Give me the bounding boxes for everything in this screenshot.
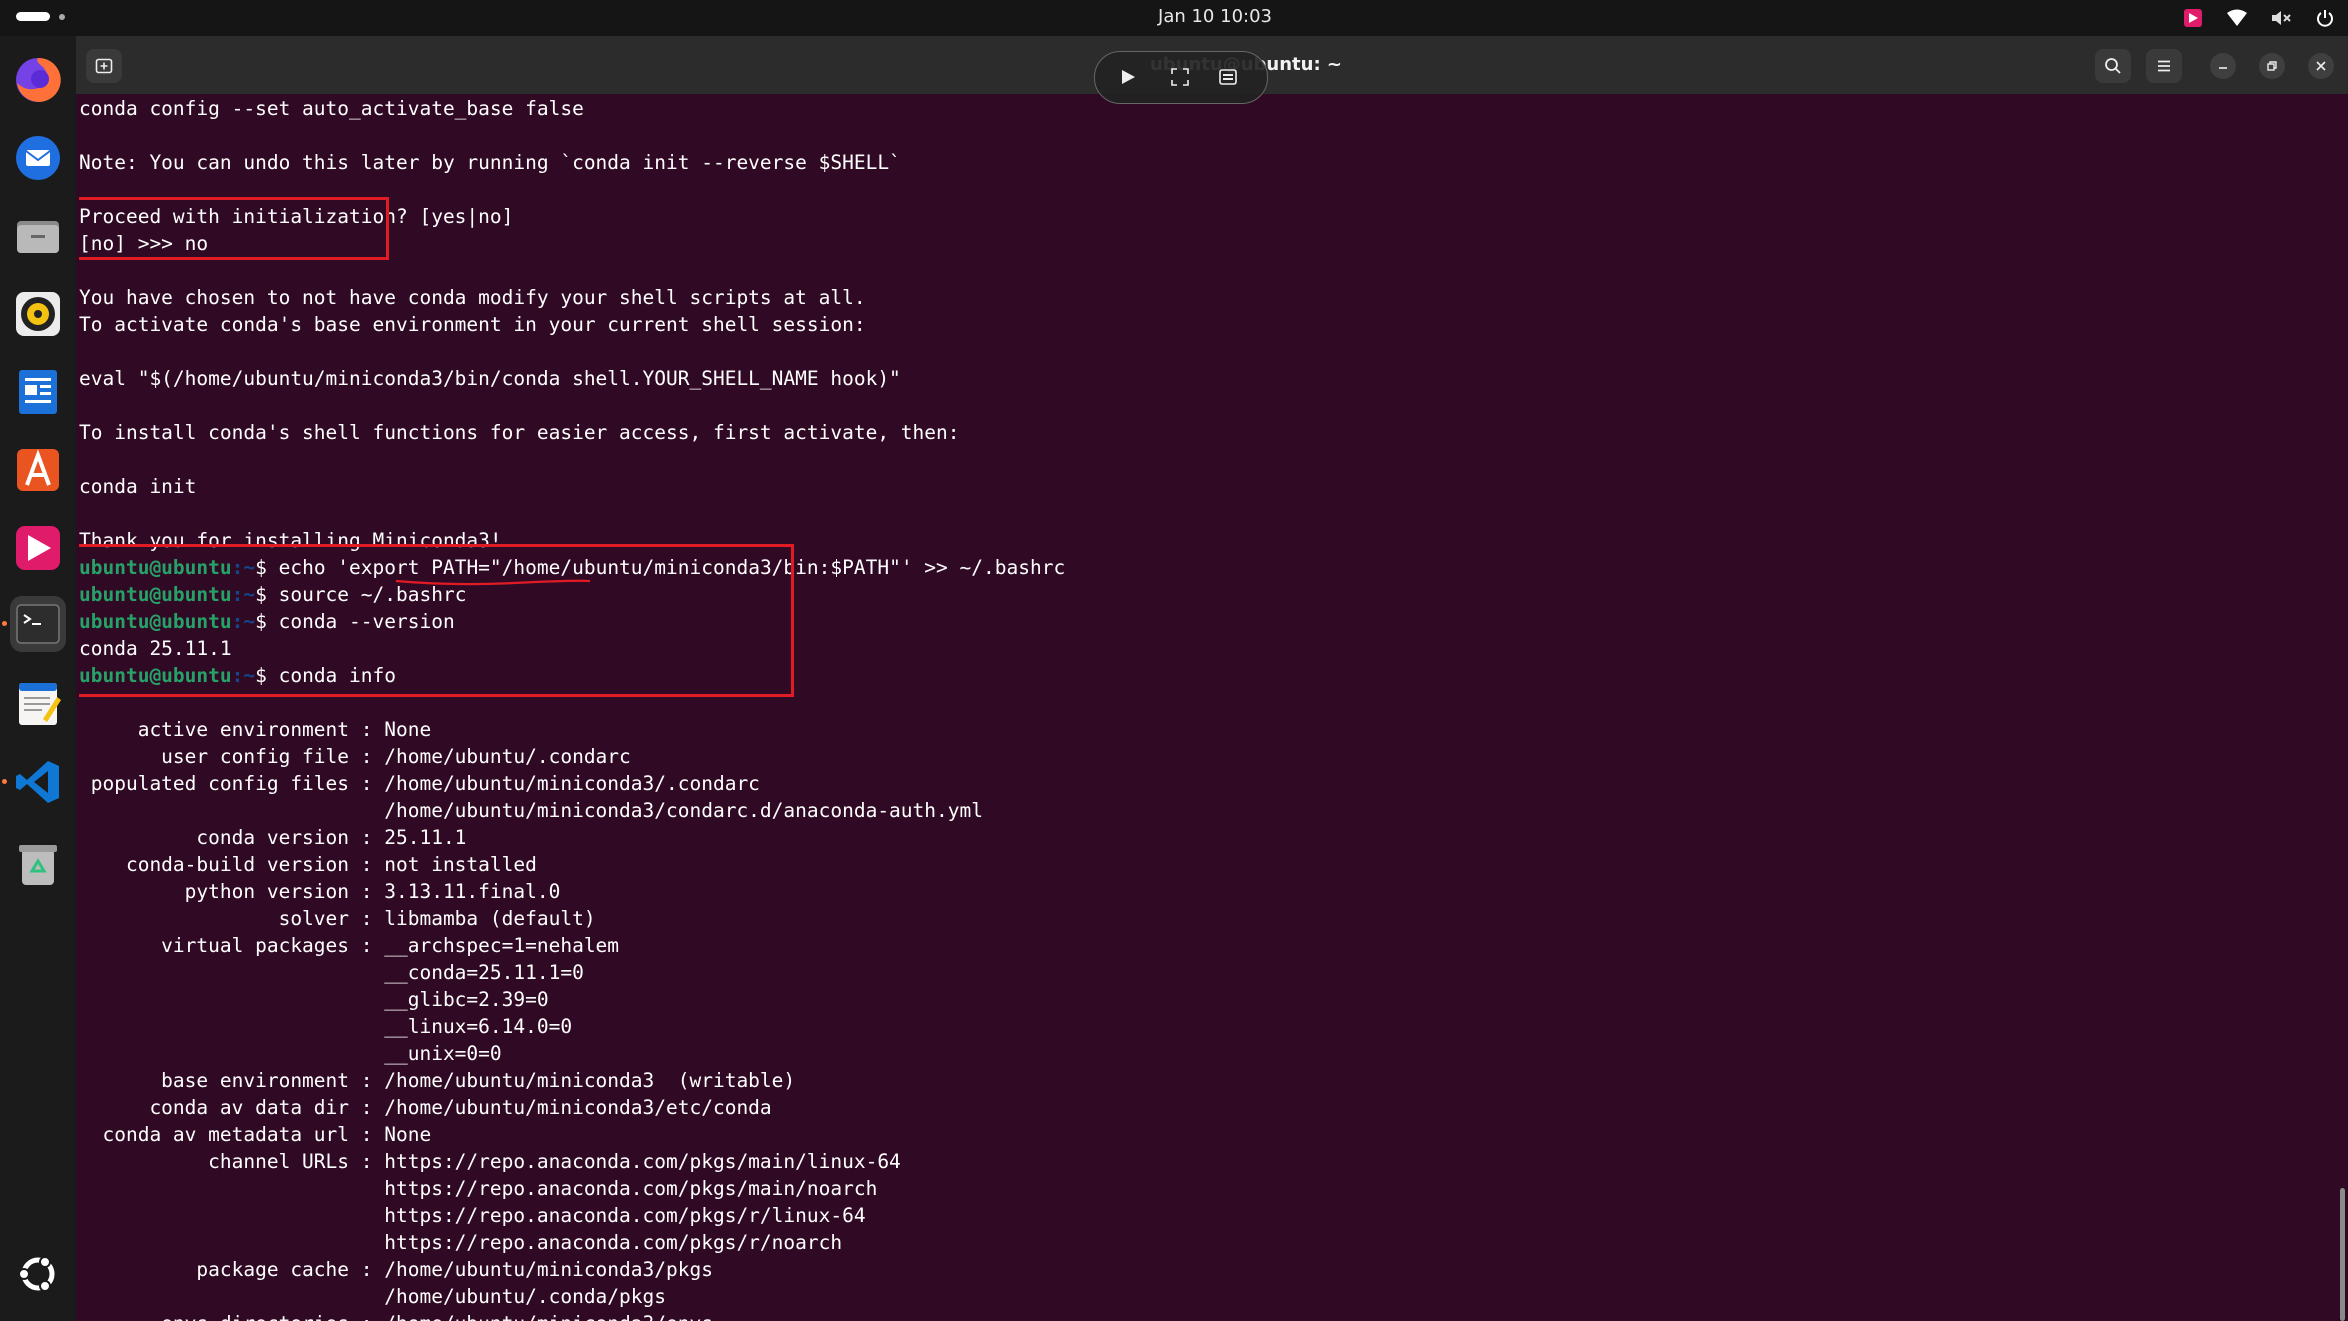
- trash-icon: [19, 845, 57, 885]
- search-icon: [2105, 58, 2121, 74]
- info-line: conda av data dir : /home/ubuntu/minicon…: [79, 1096, 772, 1119]
- info-line: populated config files : /home/ubuntu/mi…: [79, 772, 760, 795]
- workspace-dot: [59, 14, 65, 20]
- info-line: base environment : /home/ubuntu/minicond…: [79, 1069, 796, 1092]
- info-line: conda-build version : not installed: [79, 853, 537, 876]
- dock-files[interactable]: [10, 208, 66, 264]
- menu-button[interactable]: [2146, 49, 2182, 83]
- dock-show-apps[interactable]: [10, 1246, 66, 1302]
- info-line: conda version : 25.11.1: [79, 826, 467, 849]
- dock-vscode[interactable]: [10, 754, 66, 810]
- close-icon: [2316, 61, 2326, 71]
- terminal-line: eval "$(/home/ubuntu/miniconda3/bin/cond…: [79, 367, 901, 390]
- thunderbird-icon: [16, 136, 60, 180]
- hamburger-icon: [2158, 60, 2170, 72]
- dock-thunderbird[interactable]: [10, 130, 66, 186]
- workspace-pill: [16, 12, 50, 21]
- volume-icon[interactable]: [2270, 7, 2292, 29]
- close-button[interactable]: [2308, 53, 2334, 79]
- terminal-line: conda init: [79, 475, 197, 498]
- info-line: python version : 3.13.11.final.0: [79, 880, 561, 903]
- terminal-running-indicator: [2, 621, 7, 626]
- dock-trash[interactable]: [10, 836, 66, 892]
- terminal-line: Note: You can undo this later by running…: [79, 151, 901, 174]
- dock: [0, 36, 76, 1321]
- vscode-running-indicator: [2, 779, 7, 784]
- terminal-output[interactable]: conda config --set auto_activate_base fa…: [79, 94, 2279, 1321]
- info-line: /home/ubuntu/.conda/pkgs: [79, 1285, 666, 1308]
- writer-icon: [19, 370, 57, 414]
- terminal-window: ubuntu@ubuntu: ~ con: [76, 36, 2348, 1321]
- info-line: channel URLs : https://repo.anaconda.com…: [79, 1150, 901, 1173]
- firefox-icon: [16, 57, 61, 102]
- new-tab-button[interactable]: [86, 49, 122, 83]
- info-line: https://repo.anaconda.com/pkgs/r/noarch: [79, 1231, 843, 1254]
- terminal-line: To install conda's shell functions for e…: [79, 421, 960, 444]
- terminal-icon: [16, 604, 60, 644]
- highlight-box-commands: [79, 544, 794, 697]
- dock-rhythmbox[interactable]: [10, 286, 66, 342]
- header-bar[interactable]: ubuntu@ubuntu: ~: [76, 36, 2348, 104]
- info-line: virtual packages : __archspec=1=nehalem: [79, 934, 620, 957]
- app-indicator-icon[interactable]: [2182, 7, 2204, 29]
- scrollbar-thumb[interactable]: [2340, 1188, 2345, 1321]
- files-icon: [17, 221, 59, 253]
- dock-firefox[interactable]: [10, 52, 66, 108]
- fullscreen-icon[interactable]: [1169, 66, 1191, 88]
- top-bar: Jan 10 10:03: [0, 0, 2348, 36]
- search-button[interactable]: [2095, 49, 2131, 83]
- dock-terminal[interactable]: [10, 596, 66, 652]
- recorder-icon: [16, 526, 60, 570]
- new-tab-icon: [95, 58, 113, 74]
- vscode-icon: [16, 761, 59, 803]
- app-center-icon: [17, 449, 59, 491]
- text-editor-icon: [19, 683, 61, 725]
- info-line: __linux=6.14.0=0: [79, 1015, 573, 1038]
- power-icon[interactable]: [2314, 7, 2336, 29]
- rhythmbox-icon: [16, 292, 60, 336]
- info-line: __unix=0=0: [79, 1042, 502, 1065]
- dock-text-editor[interactable]: [10, 676, 66, 732]
- record-play-icon[interactable]: [1117, 66, 1139, 88]
- info-line: https://repo.anaconda.com/pkgs/main/noar…: [79, 1177, 878, 1200]
- terminal-line: You have chosen to not have conda modify…: [79, 286, 866, 309]
- info-line: active environment : None: [79, 718, 432, 741]
- dock-screen-recorder[interactable]: [10, 520, 66, 576]
- dock-app-center[interactable]: [10, 442, 66, 498]
- info-line: envs directories : /home/ubuntu/minicond…: [79, 1310, 713, 1321]
- wifi-icon[interactable]: [2226, 7, 2248, 29]
- info-line: conda av metadata url : None: [79, 1123, 432, 1146]
- info-line: solver : libmamba (default): [79, 907, 596, 930]
- info-line: user config file : /home/ubuntu/.condarc: [79, 745, 631, 768]
- system-tray[interactable]: [2182, 5, 2336, 31]
- dock-writer[interactable]: [10, 364, 66, 420]
- highlight-box-init-prompt: [79, 197, 389, 260]
- clock[interactable]: Jan 10 10:03: [1115, 6, 1315, 27]
- info-line: __conda=25.11.1=0: [79, 961, 584, 984]
- info-line: https://repo.anaconda.com/pkgs/r/linux-6…: [79, 1204, 866, 1227]
- info-line: /home/ubuntu/miniconda3/condarc.d/anacon…: [79, 799, 983, 822]
- info-line: __glibc=2.39=0: [79, 988, 549, 1011]
- restore-icon: [2267, 61, 2277, 71]
- red-underline-annotation: [395, 579, 591, 586]
- terminal-line: To activate conda's base environment in …: [79, 313, 866, 336]
- terminal-line: conda config --set auto_activate_base fa…: [79, 97, 584, 120]
- info-line: package cache : /home/ubuntu/miniconda3/…: [79, 1258, 713, 1281]
- minimize-button[interactable]: [2210, 53, 2236, 79]
- ubuntu-icon: [18, 1256, 55, 1292]
- minimize-icon: [2219, 67, 2227, 69]
- window-capture-icon[interactable]: [1217, 66, 1239, 88]
- restore-button[interactable]: [2259, 53, 2285, 79]
